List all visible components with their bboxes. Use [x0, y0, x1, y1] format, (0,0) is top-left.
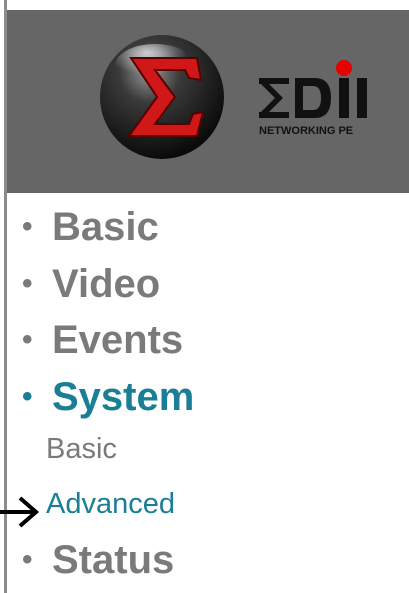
brand-tagline: NETWORKING PE: [259, 125, 353, 137]
arrow-right-icon: [0, 496, 40, 528]
nav-item-label: Video: [52, 262, 161, 306]
submenu-item-advanced[interactable]: Advanced: [46, 486, 175, 522]
bullet-icon: •: [22, 323, 33, 356]
nav-item-label: Events: [52, 318, 184, 362]
nav-item-events[interactable]: • Events: [22, 316, 183, 364]
bullet-icon: •: [22, 380, 33, 413]
bullet-icon: •: [22, 210, 33, 243]
nav-item-status[interactable]: • Status: [22, 536, 174, 584]
brand-banner: NETWORKING PE: [7, 10, 409, 193]
bullet-icon: •: [22, 267, 33, 300]
nav-item-basic[interactable]: • Basic: [22, 203, 159, 251]
bullet-icon: •: [22, 543, 33, 576]
nav-item-video[interactable]: • Video: [22, 260, 160, 308]
nav-item-label: System: [52, 375, 195, 419]
nav-item-system[interactable]: • System: [22, 373, 194, 421]
nav-item-label: Status: [52, 538, 175, 582]
sidebar-page: NETWORKING PE • Basic • Video • Events • Sys…: [0, 0, 409, 593]
sigma-logo-icon: [100, 35, 224, 159]
edimax-logo-icon: NETWORKING PE: [259, 60, 367, 137]
nav-item-label: Basic: [52, 205, 159, 249]
submenu-item-basic[interactable]: Basic: [46, 431, 117, 467]
